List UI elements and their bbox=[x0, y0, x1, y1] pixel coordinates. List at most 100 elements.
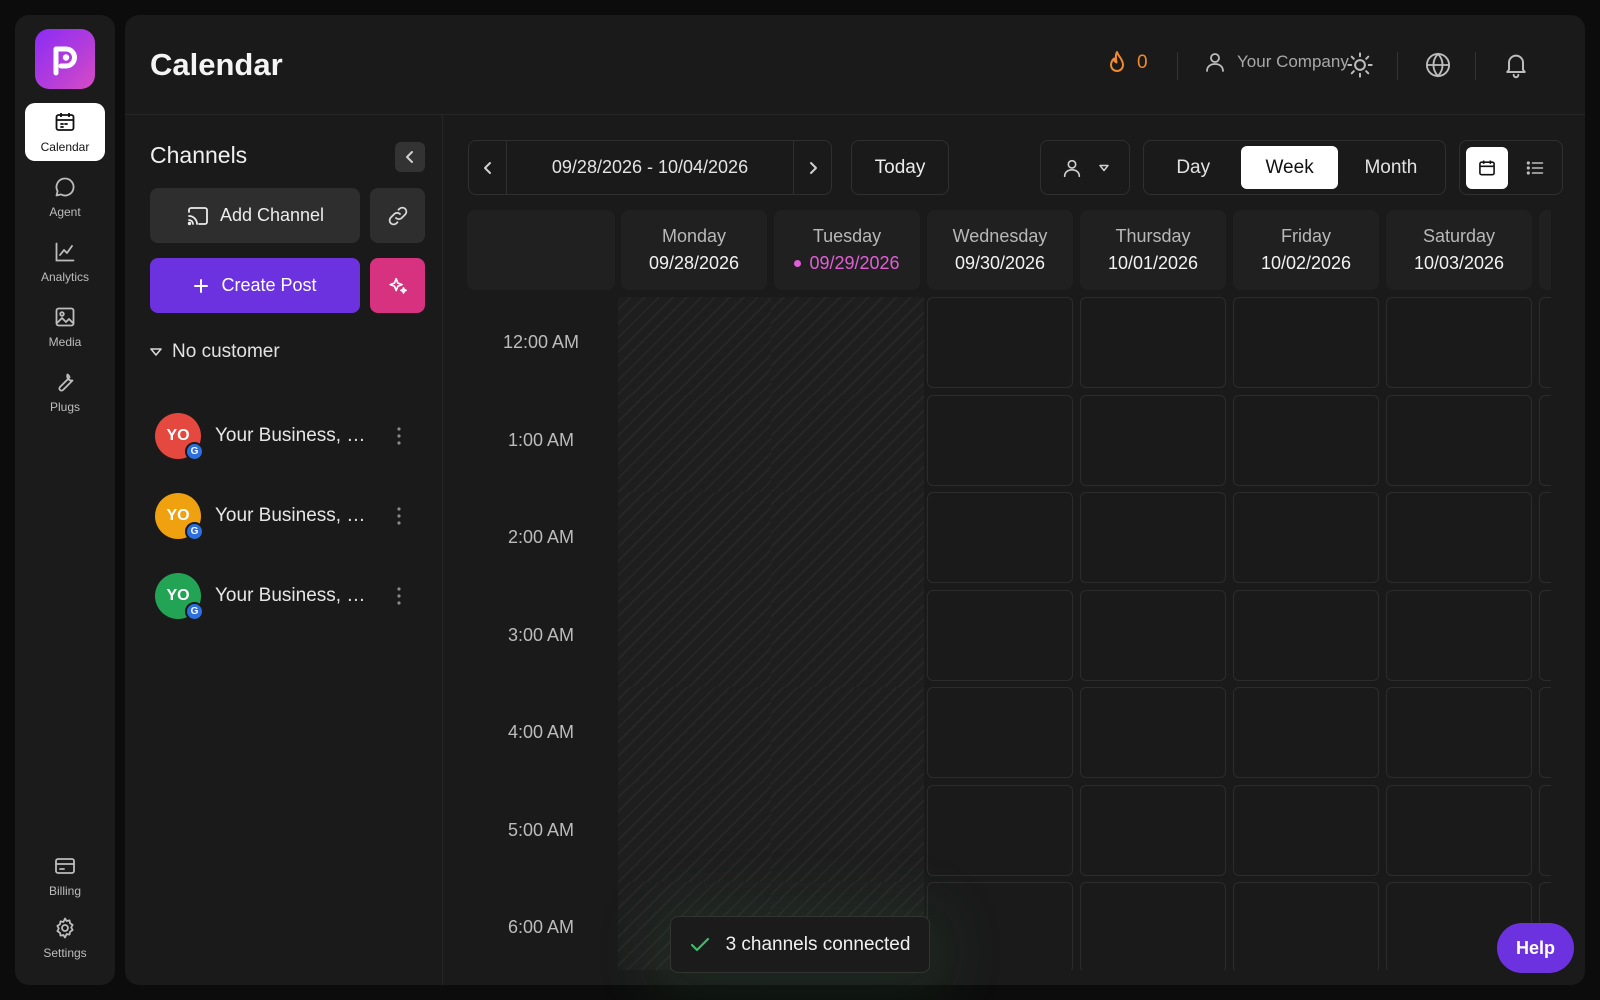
time-slot[interactable] bbox=[1080, 589, 1226, 681]
nav-item-plugs[interactable]: Plugs bbox=[25, 363, 105, 421]
channel-menu-button[interactable] bbox=[396, 426, 402, 446]
cast-icon bbox=[187, 206, 208, 225]
customer-filter-dropdown[interactable] bbox=[1040, 140, 1130, 195]
globe-icon bbox=[1425, 52, 1451, 78]
time-slot[interactable] bbox=[1233, 394, 1379, 486]
view-month-button[interactable]: Month bbox=[1342, 146, 1440, 189]
ai-generate-button[interactable] bbox=[370, 258, 425, 313]
time-slot[interactable] bbox=[1080, 394, 1226, 486]
time-slot[interactable] bbox=[927, 784, 1073, 876]
time-slot-past bbox=[618, 687, 771, 786]
time-slot[interactable] bbox=[1233, 589, 1379, 681]
time-slot[interactable] bbox=[927, 492, 1073, 583]
time-slot[interactable] bbox=[1386, 492, 1532, 583]
time-slot[interactable] bbox=[1080, 784, 1226, 876]
time-slot[interactable] bbox=[927, 589, 1073, 681]
time-slot-past bbox=[771, 297, 924, 396]
help-button[interactable]: Help bbox=[1497, 923, 1574, 973]
nav-label-billing: Billing bbox=[48, 884, 81, 898]
bell-icon bbox=[1506, 54, 1526, 79]
calendar-mode-button[interactable] bbox=[1466, 146, 1508, 189]
theme-toggle[interactable] bbox=[1345, 50, 1375, 80]
time-slot[interactable] bbox=[1539, 784, 1551, 876]
display-mode-switcher bbox=[1459, 140, 1563, 195]
credit-card-icon bbox=[55, 858, 75, 874]
notifications-button[interactable] bbox=[1501, 50, 1531, 80]
time-slot[interactable] bbox=[1539, 687, 1551, 778]
chat-bubble-icon bbox=[55, 177, 75, 197]
day-date: 09/30/2026 bbox=[954, 253, 1046, 273]
channel-item[interactable]: YO G Your Business, LLC bbox=[155, 411, 425, 461]
time-slot[interactable] bbox=[1233, 784, 1379, 876]
day-header-friday: Friday 10/02/2026 bbox=[1233, 210, 1379, 290]
user-icon bbox=[1063, 159, 1081, 177]
streak-counter[interactable]: 0 bbox=[1105, 50, 1148, 76]
nav-label-calendar: Calendar bbox=[40, 140, 90, 154]
time-slot[interactable] bbox=[1539, 297, 1551, 388]
time-slot[interactable] bbox=[1233, 297, 1379, 388]
nav-item-media[interactable]: Media bbox=[25, 298, 105, 356]
time-slot[interactable] bbox=[1080, 297, 1226, 388]
nav-item-settings[interactable]: Settings bbox=[25, 909, 105, 967]
time-slot[interactable] bbox=[1539, 492, 1551, 583]
time-slot[interactable] bbox=[1386, 394, 1532, 486]
time-slot[interactable] bbox=[1386, 297, 1532, 388]
nav-item-analytics[interactable]: Analytics bbox=[25, 233, 105, 291]
time-slot[interactable] bbox=[1539, 589, 1551, 681]
view-week-button[interactable]: Week bbox=[1241, 146, 1338, 189]
channel-menu-button[interactable] bbox=[396, 586, 402, 606]
check-icon bbox=[690, 937, 709, 951]
language-button[interactable] bbox=[1423, 50, 1453, 80]
day-date-today: 09/29/2026 bbox=[794, 253, 900, 274]
channel-item[interactable]: YO G Your Business, LLC bbox=[155, 571, 425, 621]
more-vertical-icon bbox=[397, 587, 401, 605]
company-selector[interactable]: Your Company bbox=[1203, 50, 1349, 74]
time-slot[interactable] bbox=[1080, 882, 1226, 970]
avatar-initials: YO bbox=[166, 587, 190, 604]
google-badge-icon: G bbox=[185, 602, 204, 621]
add-channel-button[interactable]: Add Channel bbox=[150, 188, 360, 243]
time-slot[interactable] bbox=[927, 882, 1073, 970]
day-date: 10/03/2026 bbox=[1413, 253, 1505, 273]
time-slot[interactable] bbox=[927, 394, 1073, 486]
channel-name: Your Business, LLC bbox=[215, 425, 370, 446]
time-label: 12:00 AM bbox=[502, 332, 580, 352]
time-slot[interactable] bbox=[1386, 687, 1532, 778]
time-slot[interactable] bbox=[1080, 492, 1226, 583]
channel-name: Your Business, LLC bbox=[215, 585, 370, 606]
date-range-picker[interactable]: 09/28/2026 - 10/04/2026 bbox=[506, 141, 794, 194]
day-header-thursday: Thursday 10/01/2026 bbox=[1080, 210, 1226, 290]
grid-corner bbox=[467, 210, 615, 290]
time-slot[interactable] bbox=[1539, 394, 1551, 486]
time-slot[interactable] bbox=[1386, 784, 1532, 876]
time-slot[interactable] bbox=[1386, 589, 1532, 681]
day-name: Thursday bbox=[1115, 226, 1191, 246]
time-slot[interactable] bbox=[1233, 492, 1379, 583]
collapse-panel-button[interactable] bbox=[395, 142, 425, 172]
channel-item[interactable]: YO G Your Business, LLC bbox=[155, 491, 425, 541]
nav-item-calendar[interactable]: Calendar bbox=[25, 103, 105, 161]
time-slot[interactable] bbox=[1233, 687, 1379, 778]
customer-selector[interactable]: No customer bbox=[150, 341, 280, 363]
caret-down-icon bbox=[150, 348, 162, 356]
time-slot[interactable] bbox=[1080, 687, 1226, 778]
main-panel: Calendar 0 Your Company Channels Add Cha… bbox=[125, 15, 1585, 985]
date-navigator: 09/28/2026 - 10/04/2026 bbox=[468, 140, 832, 195]
channel-menu-button[interactable] bbox=[396, 506, 402, 526]
app-logo[interactable] bbox=[35, 29, 95, 89]
prev-week-button[interactable] bbox=[469, 141, 506, 194]
time-slot[interactable] bbox=[1233, 882, 1379, 970]
list-mode-button[interactable] bbox=[1514, 147, 1556, 189]
gear-icon bbox=[56, 917, 74, 939]
today-button[interactable]: Today bbox=[851, 140, 949, 195]
next-week-button[interactable] bbox=[794, 141, 831, 194]
nav-item-billing[interactable]: Billing bbox=[25, 847, 105, 905]
nav-item-agent[interactable]: Agent bbox=[25, 168, 105, 226]
nav-rail: Calendar Agent Analytics Media Plugs Bil… bbox=[15, 15, 115, 985]
time-slot[interactable] bbox=[927, 687, 1073, 778]
time-slot-past bbox=[618, 784, 771, 883]
share-link-button[interactable] bbox=[370, 188, 425, 243]
create-post-button[interactable]: Create Post bbox=[150, 258, 360, 313]
time-slot[interactable] bbox=[927, 297, 1073, 388]
view-day-button[interactable]: Day bbox=[1149, 146, 1237, 189]
